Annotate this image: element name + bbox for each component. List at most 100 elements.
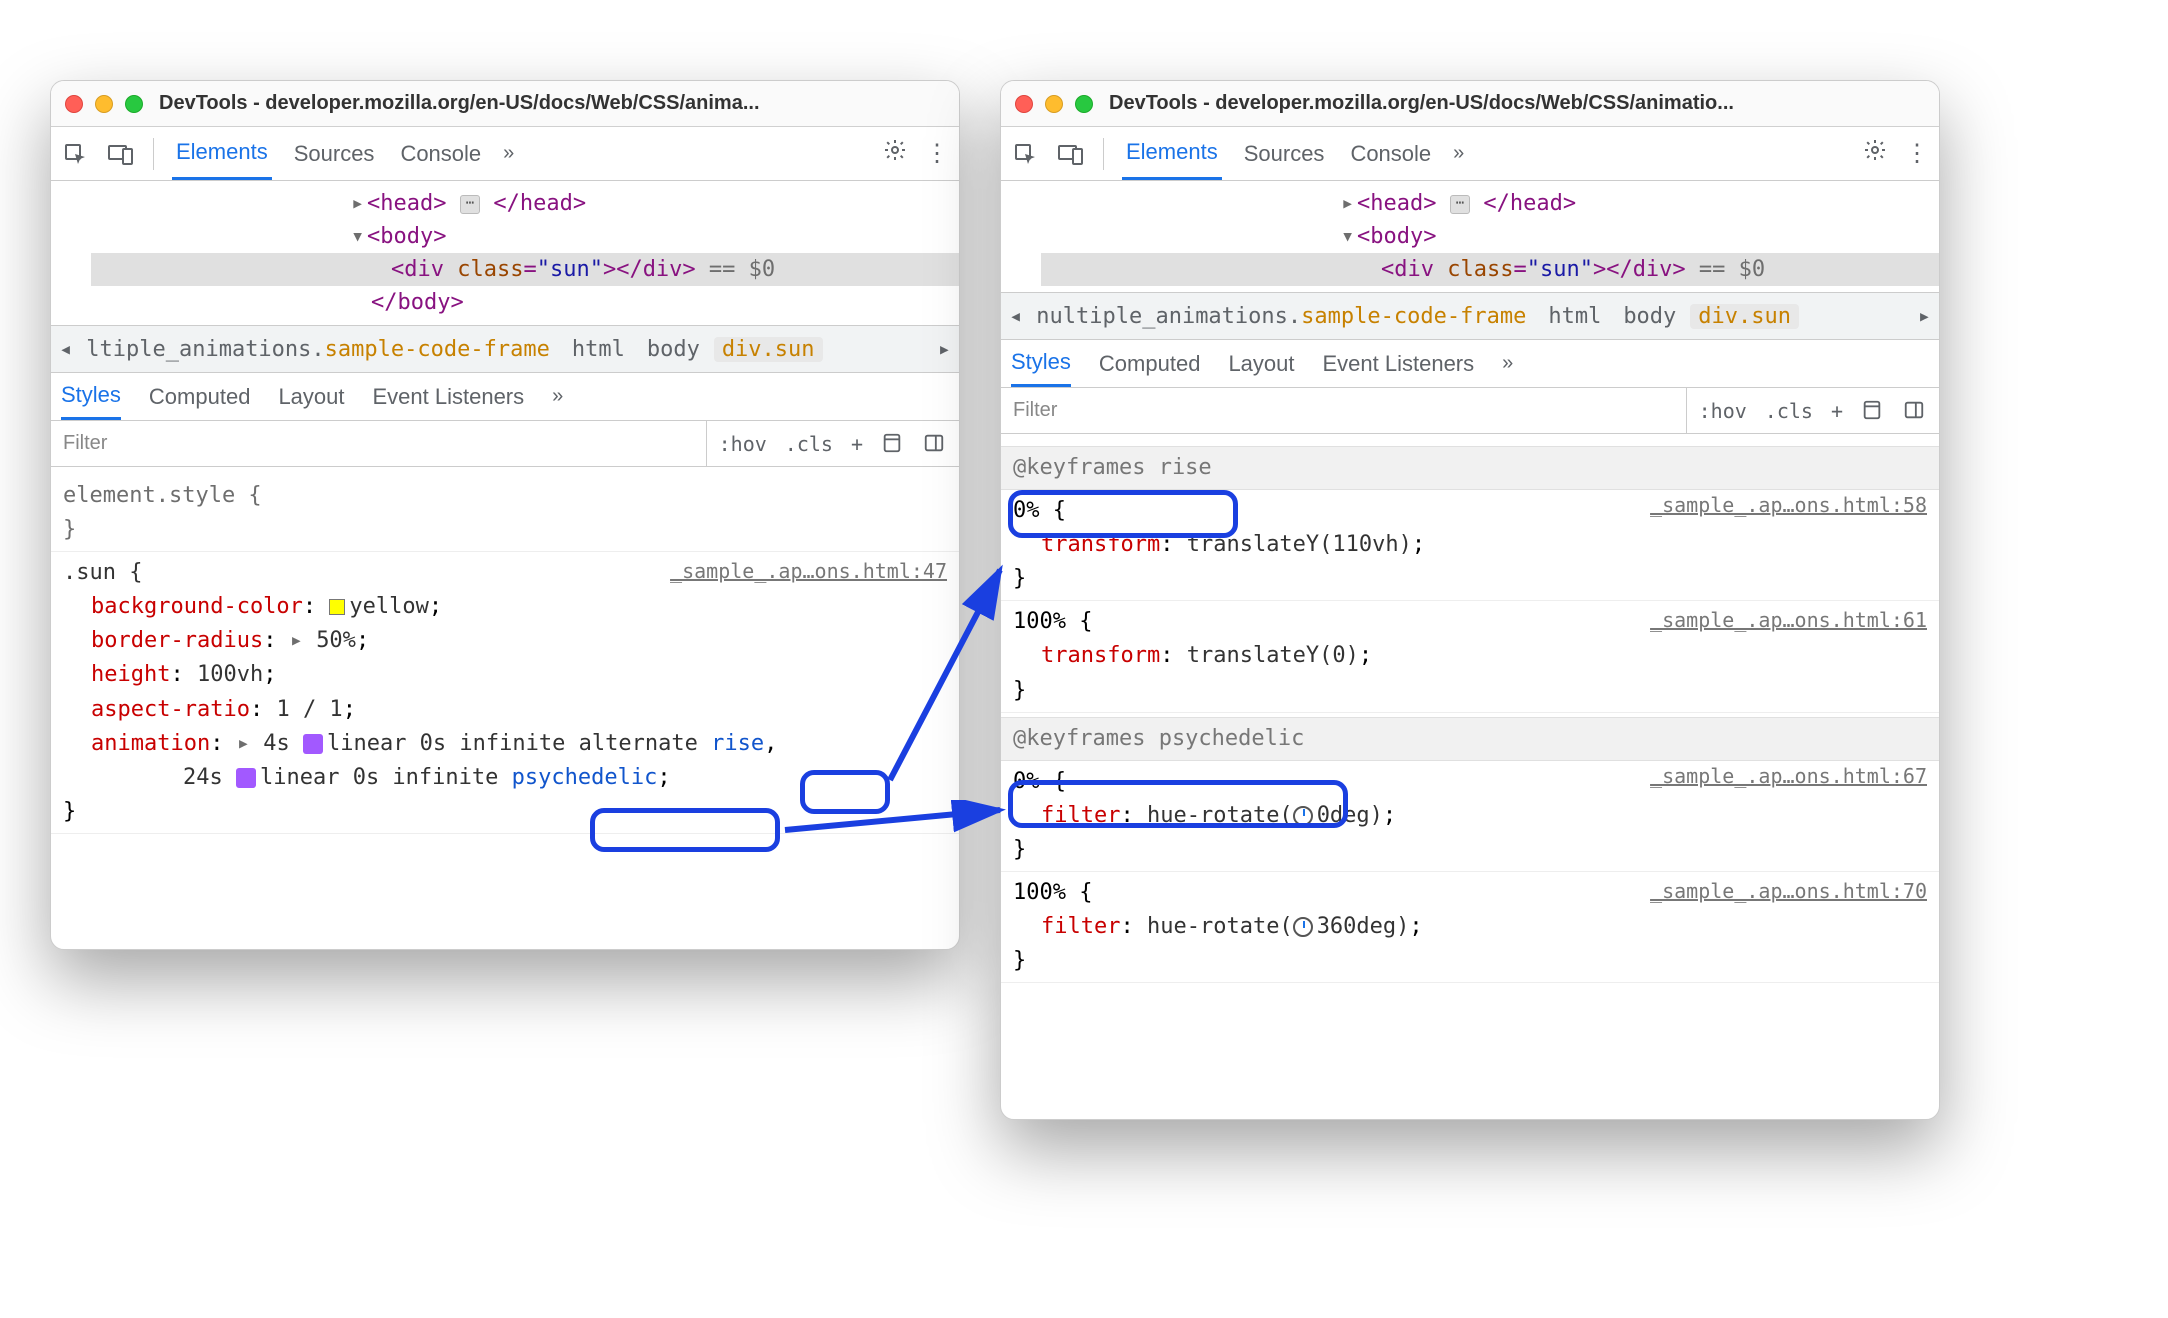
dom-tree[interactable]: ▸<head> ⋯ </head> ▾<body> <div class="su…	[1001, 181, 1939, 292]
keyframes-psychedelic-header: @keyframes psychedelic	[1001, 717, 1939, 761]
dom-selected-node[interactable]: <div class="sun"></div> == $0	[91, 253, 959, 286]
breadcrumb[interactable]: ◂ ltiple_animations.sample-code-frame ht…	[51, 325, 959, 373]
subtab-computed[interactable]: Computed	[1099, 340, 1201, 387]
close-icon[interactable]	[65, 95, 83, 113]
easing-swatch-icon[interactable]	[236, 768, 256, 788]
angle-swatch-icon[interactable]	[1293, 917, 1313, 937]
keyframes-rise[interactable]: @keyframes rise _sample_.ap…ons.html:58 …	[1001, 442, 1939, 601]
kebab-icon[interactable]: ⋮	[925, 139, 949, 168]
new-rule-button[interactable]: +	[851, 432, 863, 456]
subtab-styles[interactable]: Styles	[61, 373, 121, 420]
styles-rules: element.style { } _sample_.ap…ons.html:4…	[51, 467, 959, 842]
color-swatch-icon[interactable]	[329, 599, 345, 615]
panel-tabbar: Elements Sources Console » ⋮	[1001, 127, 1939, 181]
subtabs-overflow-icon[interactable]: »	[1502, 352, 1513, 375]
crumb-html[interactable]: html	[1540, 304, 1609, 329]
crumb-html[interactable]: html	[564, 337, 633, 362]
subtab-layout[interactable]: Layout	[278, 373, 344, 420]
dom-head-open[interactable]: <head>	[367, 191, 446, 216]
cls-button[interactable]: .cls	[1765, 399, 1813, 423]
gear-icon[interactable]	[883, 138, 907, 169]
crumb-divsun[interactable]: div.sun	[1690, 304, 1799, 329]
kebab-icon[interactable]: ⋮	[1905, 139, 1929, 168]
computed-sidebar-icon[interactable]	[1903, 399, 1927, 423]
subtab-eventlisteners[interactable]: Event Listeners	[1323, 340, 1475, 387]
rule-source-link[interactable]: _sample_.ap…ons.html:67	[1650, 761, 1927, 792]
breadcrumb[interactable]: ◂ nultiple_animations.sample-code-frame …	[1001, 292, 1939, 340]
tab-console[interactable]: Console	[1346, 127, 1435, 180]
styles-filter-input[interactable]: Filter	[51, 432, 706, 455]
styles-filter-row: Filter :hov .cls +	[1001, 388, 1939, 434]
dom-tree[interactable]: ▸<head> ⋯ </head> ▾<body> <div class="su…	[51, 181, 959, 325]
gear-icon[interactable]	[1863, 138, 1887, 169]
rule-element-style[interactable]: element.style { }	[51, 475, 959, 552]
device-toggle-icon[interactable]	[1057, 140, 1085, 168]
resource-icon[interactable]	[881, 432, 905, 456]
easing-swatch-icon[interactable]	[303, 734, 323, 754]
subtab-layout[interactable]: Layout	[1228, 340, 1294, 387]
keyframes-link-psychedelic[interactable]: psychedelic	[512, 765, 658, 790]
styles-tabbar: Styles Computed Layout Event Listeners »	[1001, 340, 1939, 388]
subtab-eventlisteners[interactable]: Event Listeners	[373, 373, 525, 420]
crumb-scroll-right-icon[interactable]: ▸	[938, 337, 951, 362]
resource-icon[interactable]	[1861, 399, 1885, 423]
zoom-icon[interactable]	[125, 95, 143, 113]
rule-source-link[interactable]: _sample_.ap…ons.html:58	[1650, 490, 1927, 521]
angle-swatch-icon[interactable]	[1293, 806, 1313, 826]
tab-sources[interactable]: Sources	[1240, 127, 1329, 180]
window-title: DevTools - developer.mozilla.org/en-US/d…	[1109, 92, 1734, 115]
tab-elements[interactable]: Elements	[172, 127, 272, 180]
cls-button[interactable]: .cls	[785, 432, 833, 456]
panel-tabbar: Elements Sources Console » ⋮	[51, 127, 959, 181]
minimize-icon[interactable]	[95, 95, 113, 113]
tab-console[interactable]: Console	[396, 127, 485, 180]
keyframes-rise-100[interactable]: _sample_.ap…ons.html:61 100% { transform…	[1001, 601, 1939, 712]
crumb-scroll-left-icon[interactable]: ◂	[1009, 304, 1022, 329]
keyframes-psychedelic-100[interactable]: _sample_.ap…ons.html:70 100% { filter: h…	[1001, 872, 1939, 983]
subtabs-overflow-icon[interactable]: »	[552, 385, 563, 408]
ellipsis-icon[interactable]: ⋯	[1450, 195, 1470, 214]
subtab-styles[interactable]: Styles	[1011, 340, 1071, 387]
rule-source-link[interactable]: _sample_.ap…ons.html:70	[1650, 876, 1927, 907]
close-icon[interactable]	[1015, 95, 1033, 113]
devtools-window-left: DevTools - developer.mozilla.org/en-US/d…	[50, 80, 960, 950]
device-toggle-icon[interactable]	[107, 140, 135, 168]
rule-source-link[interactable]: _sample_.ap…ons.html:61	[1650, 605, 1927, 636]
crumb-scroll-left-icon[interactable]: ◂	[59, 337, 72, 362]
minimize-icon[interactable]	[1045, 95, 1063, 113]
tabs-overflow-icon[interactable]: »	[503, 142, 514, 165]
tab-elements[interactable]: Elements	[1122, 127, 1222, 180]
styles-filter-input[interactable]: Filter	[1001, 399, 1686, 422]
crumb-body[interactable]: body	[639, 337, 708, 362]
ellipsis-icon[interactable]: ⋯	[460, 195, 480, 214]
crumb-divsun[interactable]: div.sun	[714, 337, 823, 362]
dom-body-open[interactable]: <body>	[1357, 224, 1436, 249]
crumb-frame[interactable]: ltiple_animations.sample-code-frame	[78, 337, 558, 362]
inspect-icon[interactable]	[1011, 140, 1039, 168]
styles-rules: @keyframes rise _sample_.ap…ons.html:58 …	[1001, 434, 1939, 991]
keyframes-rise-header: @keyframes rise	[1001, 446, 1939, 490]
keyframes-psychedelic[interactable]: @keyframes psychedelic _sample_.ap…ons.h…	[1001, 713, 1939, 872]
devtools-window-right: DevTools - developer.mozilla.org/en-US/d…	[1000, 80, 1940, 1120]
keyframes-link-rise[interactable]: rise	[711, 731, 764, 756]
zoom-icon[interactable]	[1075, 95, 1093, 113]
new-rule-button[interactable]: +	[1831, 399, 1843, 423]
styles-filter-row: Filter :hov .cls +	[51, 421, 959, 467]
dom-selected-node[interactable]: <div class="sun"></div> == $0	[1041, 253, 1939, 286]
dom-body-open[interactable]: <body>	[367, 224, 446, 249]
hov-button[interactable]: :hov	[719, 432, 767, 456]
rule-source-link[interactable]: _sample_.ap…ons.html:47	[670, 556, 947, 587]
inspect-icon[interactable]	[61, 140, 89, 168]
subtab-computed[interactable]: Computed	[149, 373, 251, 420]
tab-sources[interactable]: Sources	[290, 127, 379, 180]
traffic-lights	[1015, 95, 1093, 113]
crumb-frame[interactable]: nultiple_animations.sample-code-frame	[1028, 304, 1534, 329]
hov-button[interactable]: :hov	[1699, 399, 1747, 423]
computed-sidebar-icon[interactable]	[923, 432, 947, 456]
crumb-scroll-right-icon[interactable]: ▸	[1918, 304, 1931, 329]
tabs-overflow-icon[interactable]: »	[1453, 142, 1464, 165]
crumb-body[interactable]: body	[1615, 304, 1684, 329]
dom-head-open[interactable]: <head>	[1357, 191, 1436, 216]
window-title: DevTools - developer.mozilla.org/en-US/d…	[159, 92, 760, 115]
rule-sun[interactable]: _sample_.ap…ons.html:47 .sun { backgroun…	[51, 552, 959, 834]
